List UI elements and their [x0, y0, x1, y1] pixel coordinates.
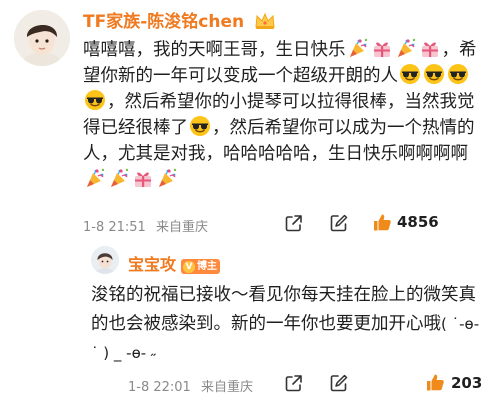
- sunglasses-face-icon: [423, 63, 445, 85]
- comment-text-1: 嘻嘻嘻，我的天啊王哥，生日快乐: [83, 40, 346, 60]
- reply-meta: 1-8 22:01 来自重庆: [128, 376, 253, 395]
- reply-share-icon[interactable]: [284, 373, 304, 393]
- comment-location: 来自重庆: [155, 220, 208, 235]
- party-popper-icon: [158, 168, 177, 188]
- reply-comment-icon[interactable]: [329, 373, 349, 393]
- reply-date: 1-8 22:01: [128, 380, 191, 395]
- party-popper-icon: [396, 38, 416, 58]
- blogger-badge-label: 博主: [197, 261, 218, 272]
- reply-name-text[interactable]: 宝宝攻: [128, 255, 176, 274]
- reply-like-count: 203: [451, 374, 483, 392]
- commenter-username[interactable]: TF家族-陈浚铭chen: [83, 10, 276, 37]
- gift-ribbon-icon: [135, 172, 151, 187]
- user-avatar[interactable]: [14, 10, 70, 66]
- reply-like-thumb-icon[interactable]: [425, 372, 445, 392]
- party-popper-icon: [86, 168, 105, 188]
- comment-body: 嘻嘻嘻，我的天啊王哥，生日快乐 ，希望你新的一年可以变成一个超级开朗的人，然后希望…: [83, 37, 488, 193]
- reply-user-avatar[interactable]: [91, 246, 119, 274]
- like-thumb-icon[interactable]: [372, 212, 392, 232]
- sunglasses-face-icon: [399, 63, 421, 85]
- reply-username[interactable]: 宝宝攻 V 博主: [128, 251, 221, 275]
- comment-meta: 1-8 21:51 来自重庆: [83, 216, 208, 235]
- sunglasses-face-icon: [84, 89, 106, 111]
- sunglasses-face-icon: [189, 115, 211, 137]
- like-count: 4856: [397, 213, 439, 231]
- comment-edit-icon[interactable]: [329, 213, 349, 233]
- reply-text: 浚铭的祝福已接收～看见你每天挂在脸上的微笑真的也会被感染到。新的一年你也要更加开…: [91, 285, 476, 334]
- reply-body: 浚铭的祝福已接收～看见你每天挂在脸上的微笑真的也会被感染到。新的一年你也要更加开…: [91, 281, 491, 368]
- blogger-badge: V 博主: [181, 259, 221, 274]
- commenter-name-text[interactable]: TF家族-陈浚铭chen: [83, 12, 244, 32]
- reply-location: 来自重庆: [200, 380, 253, 395]
- blogger-v-icon: V: [183, 261, 196, 273]
- sunglasses-face-icon: [447, 63, 469, 85]
- crown-badge-icon: [254, 12, 276, 37]
- comment-thread: TF家族-陈浚铭chen 嘻嘻嘻，我的天啊王哥，生日快乐 ，希望你新的一年可以变成…: [0, 0, 500, 402]
- gift-ribbon-icon: [421, 42, 438, 57]
- party-popper-icon: [110, 168, 129, 188]
- party-popper-icon: [348, 38, 368, 58]
- comment-date: 1-8 21:51: [83, 220, 146, 235]
- share-icon[interactable]: [284, 213, 304, 233]
- gift-ribbon-icon: [373, 42, 390, 57]
